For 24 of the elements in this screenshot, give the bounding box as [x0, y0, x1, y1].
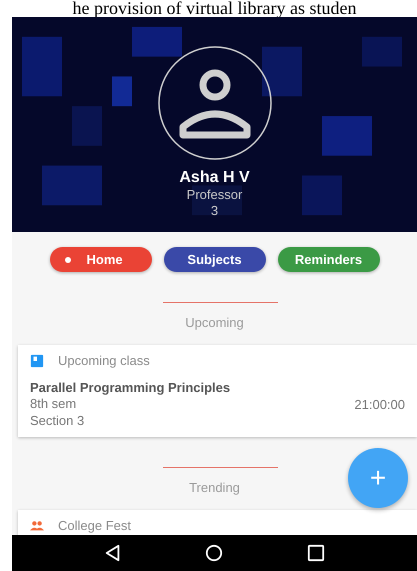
card[interactable]: Upcoming class Parallel Programming Principles 8th sem Section 3 21:00:00 — [18, 345, 417, 437]
add-button[interactable]: + — [348, 448, 408, 508]
subject-name: Parallel Programming Principles — [30, 380, 230, 395]
semester-text: 8th sem — [30, 395, 78, 412]
section-heading: Trending — [189, 480, 240, 497]
card-title: Upcoming class — [58, 353, 150, 368]
avatar-icon[interactable] — [156, 45, 272, 161]
document-text: he provision of virtual library as studen — [72, 0, 356, 17]
nav-button[interactable]: Subjects — [164, 247, 266, 272]
book-icon — [30, 354, 44, 368]
back-icon[interactable] — [104, 544, 122, 562]
profile-role: Professor — [186, 187, 242, 203]
card-title: College Fest — [58, 518, 131, 533]
profile-number: 3 — [210, 203, 218, 219]
class-time: 21:00:00 — [354, 397, 405, 412]
recents-icon[interactable] — [307, 544, 326, 562]
card[interactable]: College Fest — [18, 510, 417, 535]
nav-button[interactable]: Reminders — [278, 247, 380, 272]
group-icon — [30, 518, 44, 532]
nav-button[interactable]: Home — [50, 247, 152, 272]
home-icon[interactable] — [205, 544, 224, 562]
profile-name: Asha H V — [179, 169, 250, 187]
section-heading: Upcoming — [185, 315, 244, 332]
section-text: Section 3 — [30, 412, 86, 429]
